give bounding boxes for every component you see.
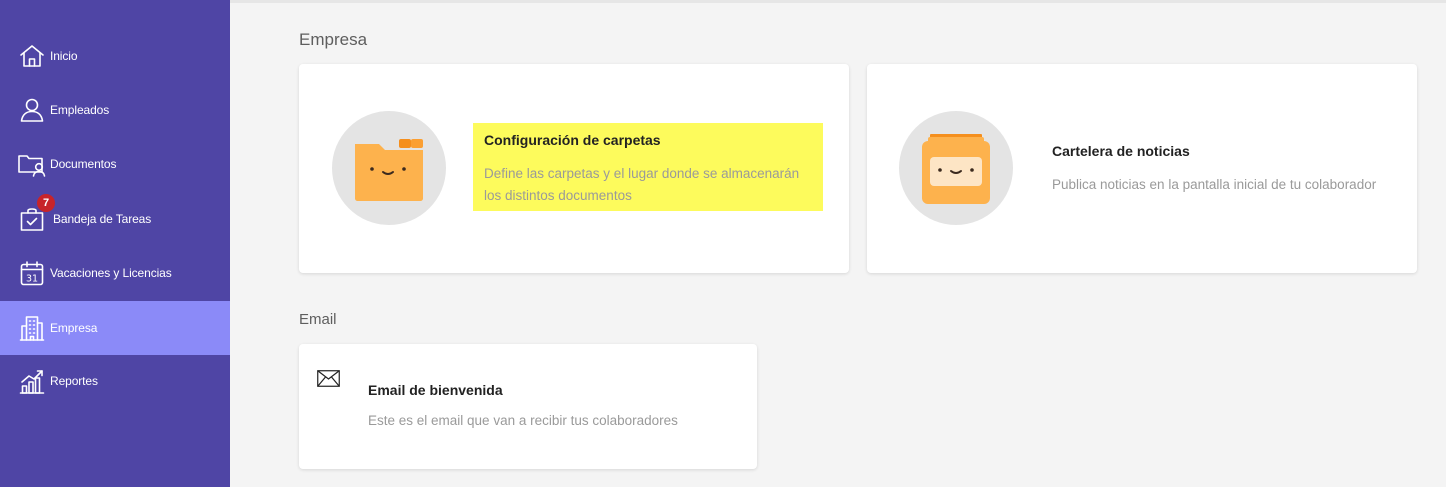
folder-face-icon: [353, 136, 425, 202]
folder-person-icon: [17, 149, 47, 179]
building-icon: [17, 313, 47, 343]
sidebar-item-documentos[interactable]: Documentos: [0, 137, 230, 191]
card-email-bienvenida[interactable]: Email de bienvenida Este es el email que…: [299, 344, 757, 469]
card-title: Cartelera de noticias: [1052, 143, 1190, 159]
sidebar-item-label: Empleados: [50, 103, 110, 117]
sidebar-item-bandeja-de-tareas[interactable]: 7 Bandeja de Tareas: [0, 192, 230, 246]
card-description: Publica noticias en la pantalla inicial …: [1052, 177, 1377, 192]
sidebar-item-label: Documentos: [50, 157, 117, 171]
chart-icon: [17, 366, 47, 396]
sidebar-item-inicio[interactable]: Inicio: [0, 29, 230, 83]
top-divider: [230, 0, 1446, 3]
sidebar-item-vacaciones-y-licencias[interactable]: 31 Vacaciones y Licencias: [0, 246, 230, 300]
board-face-icon: [920, 133, 992, 205]
sidebar-item-label: Inicio: [50, 49, 78, 63]
sidebar: Inicio Empleados Documentos 7 Bandeja de…: [0, 0, 230, 487]
card-description: Este es el email que van a recibir tus c…: [368, 413, 678, 428]
sidebar-item-reportes[interactable]: Reportes: [0, 354, 230, 408]
card-description: Define las carpetas y el lugar donde se …: [484, 166, 800, 203]
card-title: Configuración de carpetas: [484, 132, 661, 148]
sidebar-item-empleados[interactable]: Empleados: [0, 83, 230, 137]
section-title-empresa: Empresa: [299, 30, 368, 49]
sidebar-item-label: Empresa: [50, 321, 98, 335]
section-title-email: Email: [299, 311, 337, 328]
sidebar-item-empresa[interactable]: Empresa: [0, 301, 230, 355]
person-icon: [17, 95, 47, 125]
notification-badge: 7: [37, 194, 55, 212]
home-icon: [17, 41, 47, 71]
svg-text:31: 31: [26, 274, 38, 285]
card-configuracion-carpetas[interactable]: Configuración de carpetas Define las car…: [299, 64, 849, 273]
card-cartelera-noticias[interactable]: Cartelera de noticias Publica noticias e…: [867, 64, 1417, 273]
card-title: Email de bienvenida: [368, 382, 503, 398]
sidebar-item-label: Reportes: [50, 374, 98, 388]
sidebar-item-label: Bandeja de Tareas: [53, 212, 152, 226]
sidebar-item-label: Vacaciones y Licencias: [50, 266, 172, 280]
envelope-icon: [317, 370, 340, 387]
calendar-icon: 31: [17, 258, 47, 288]
